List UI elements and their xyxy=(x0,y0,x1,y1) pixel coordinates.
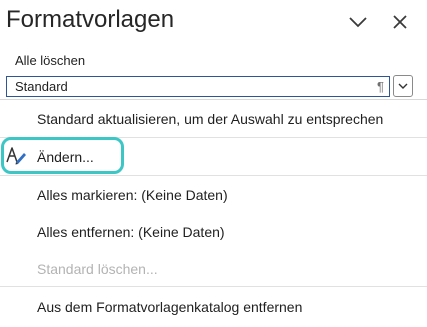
style-name-field[interactable]: Standard ¶ xyxy=(6,76,390,97)
modify-style-icon xyxy=(6,147,26,165)
chevron-down-icon xyxy=(349,17,367,28)
menu-item-label: Alles entfernen: (Keine Daten) xyxy=(37,224,225,240)
menu-item-label: Alles markieren: (Keine Daten) xyxy=(37,187,228,203)
pane-title: Formatvorlagen xyxy=(6,6,175,33)
menu-item-label: Standard aktualisieren, um der Auswahl z… xyxy=(37,111,384,127)
menu-separator xyxy=(0,286,427,287)
pane-close-button[interactable] xyxy=(388,10,412,34)
menu-item-label: Ändern... xyxy=(37,149,94,165)
menu-item-label: Standard löschen... xyxy=(37,261,158,277)
menu-item-remove-from-gallery[interactable]: Aus dem Formatvorlagenkatalog entfernen xyxy=(0,290,427,324)
menu-item-delete-style: Standard löschen... xyxy=(0,252,427,286)
menu-separator xyxy=(0,175,427,176)
style-dropdown-button[interactable] xyxy=(393,75,413,97)
menu-item-update-style[interactable]: Standard aktualisieren, um der Auswahl z… xyxy=(0,102,427,136)
chevron-down-icon xyxy=(398,83,408,89)
style-name-value: Standard xyxy=(15,79,68,94)
close-icon xyxy=(393,15,407,29)
clear-all-item[interactable]: Alle löschen xyxy=(15,53,85,68)
menu-item-select-all[interactable]: Alles markieren: (Keine Daten) xyxy=(0,178,427,212)
menu-item-remove-all[interactable]: Alles entfernen: (Keine Daten) xyxy=(0,215,427,249)
paragraph-mark-icon: ¶ xyxy=(377,79,384,94)
menu-item-label: Aus dem Formatvorlagenkatalog entfernen xyxy=(37,299,303,315)
pane-options-button[interactable] xyxy=(346,10,370,34)
pane-header: Formatvorlagen xyxy=(0,0,427,44)
menu-separator xyxy=(0,137,427,138)
style-context-menu: Standard aktualisieren, um der Auswahl z… xyxy=(0,99,427,327)
menu-item-modify[interactable]: Ändern... xyxy=(0,140,427,174)
